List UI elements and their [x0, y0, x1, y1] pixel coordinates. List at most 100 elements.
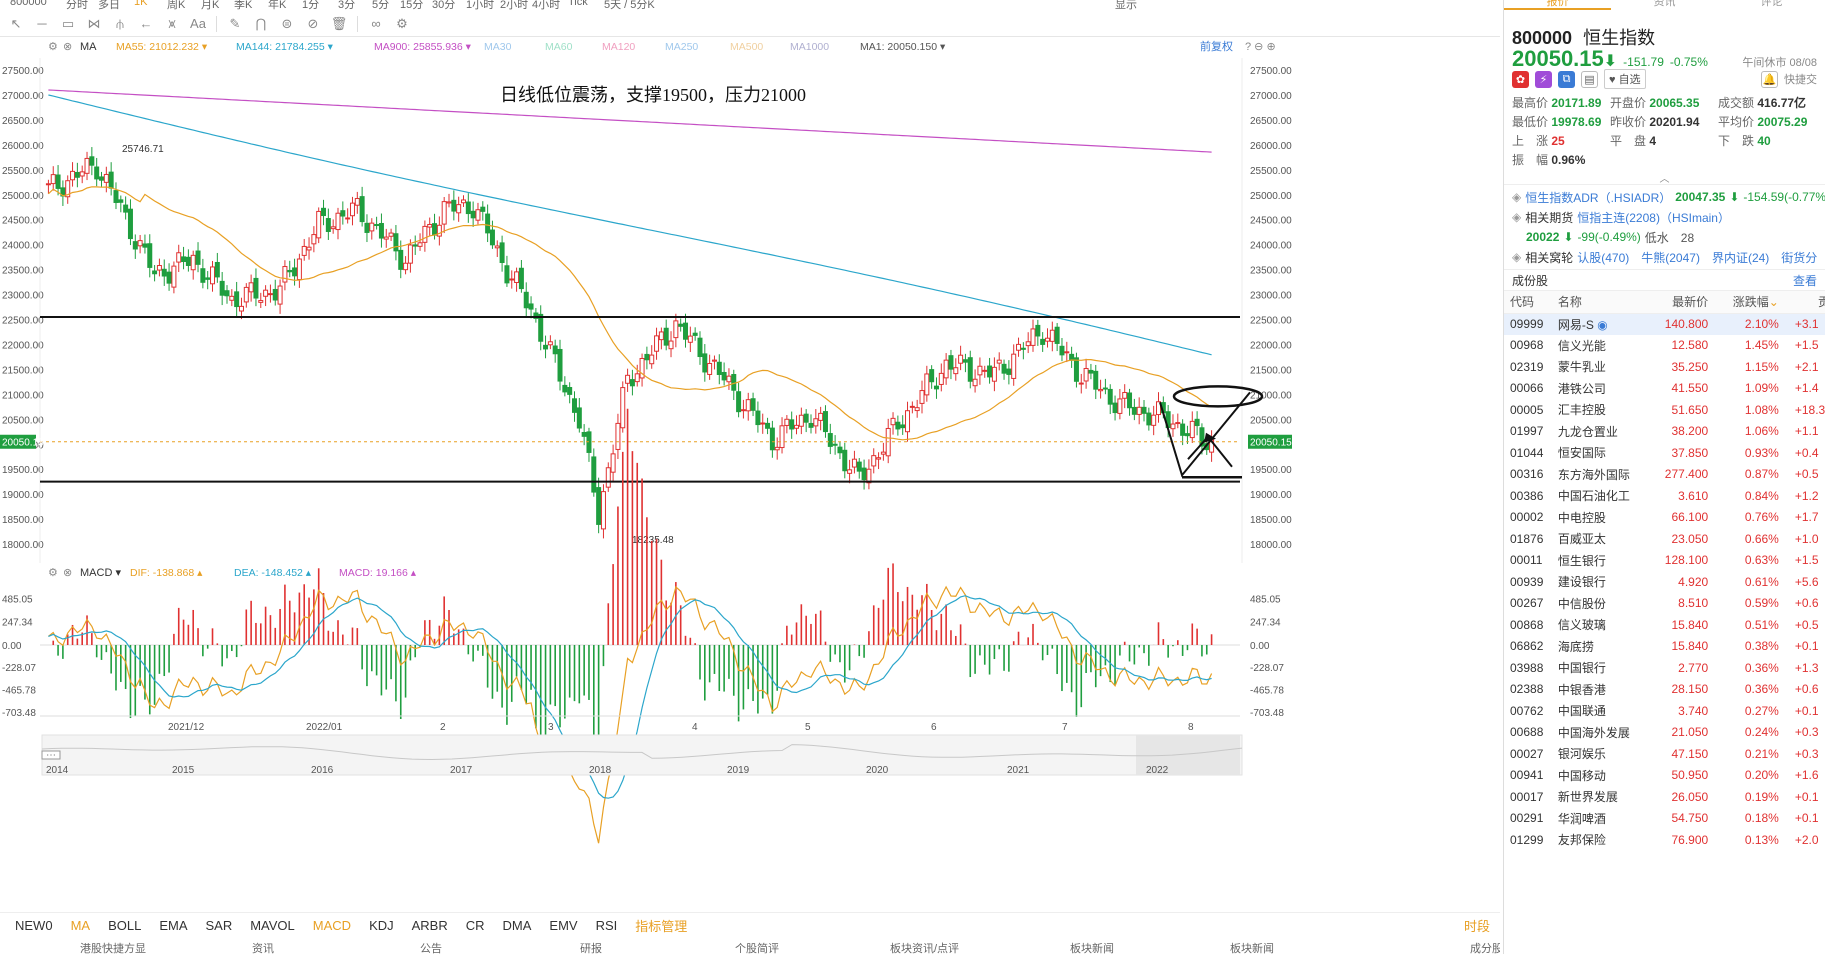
cursor-icon[interactable]: ↖ — [4, 14, 28, 34]
link-icon[interactable]: ∞ — [364, 14, 388, 34]
period-option[interactable]: 4小时 — [532, 0, 560, 10]
period-option[interactable]: 2小时 — [500, 0, 528, 10]
col-price[interactable]: 最新价 — [1646, 291, 1715, 314]
table-row[interactable]: 00762 中国联通 3.740 0.27% +0.1 — [1504, 700, 1825, 722]
table-row[interactable]: 01044 恒安国际 37.850 0.93% +0.4 — [1504, 442, 1825, 464]
indicator-tab[interactable]: CR — [457, 918, 494, 933]
table-row[interactable]: 00011 恒生银行 128.100 0.63% +1.5 — [1504, 550, 1825, 572]
tab-quote[interactable]: 报价 — [1504, 0, 1611, 10]
favorite-button[interactable]: ♥ 自选 — [1604, 69, 1646, 89]
info-tab[interactable]: 板块资讯/点评 — [890, 940, 959, 954]
hide-icon[interactable]: ⊘ — [301, 14, 325, 34]
view-more-link[interactable]: 查看 — [1793, 272, 1817, 289]
indicator-tab[interactable]: NEW0 — [6, 918, 62, 933]
bell-icon[interactable]: 🔔 — [1761, 70, 1778, 88]
table-row[interactable]: 00316 东方海外国际 277.400 0.87% +0.5 — [1504, 464, 1825, 486]
alert-icon[interactable]: ⚡ — [1535, 70, 1552, 88]
hk-flag-icon[interactable]: ✿ — [1512, 70, 1529, 88]
info-tab[interactable]: 公告 — [420, 940, 442, 954]
related-adr[interactable]: ◈ 恒生指数ADR（.HSIADR） 20047.35 ⬇ -154.59(-0.… — [1512, 187, 1825, 207]
table-row[interactable]: 00386 中国石油化工 3.610 0.84% +1.2 — [1504, 485, 1825, 507]
pattern-tool-icon[interactable]: ⩙ — [160, 14, 184, 34]
period-option[interactable]: 分时 — [66, 0, 88, 10]
period-option[interactable]: 1小时 — [466, 0, 494, 10]
info-tab[interactable]: 港股快捷方显 — [80, 940, 146, 954]
table-row[interactable]: 06862 海底捞 15.840 0.38% +0.1 — [1504, 636, 1825, 658]
info-tab[interactable]: 资讯 — [252, 940, 274, 954]
period-option[interactable]: Tick — [568, 0, 588, 8]
period-option[interactable]: 季K — [234, 0, 252, 10]
magnet-icon[interactable]: ⋂ — [249, 14, 273, 34]
indicator-tab[interactable]: RSI — [587, 918, 627, 933]
fib-tool-icon[interactable]: ⋈ — [82, 14, 106, 34]
period-option[interactable]: 1分 — [302, 0, 319, 10]
table-row[interactable]: 02388 中银香港 28.150 0.36% +0.6 — [1504, 679, 1825, 701]
period-option[interactable]: 15分 — [400, 0, 423, 10]
session-button[interactable]: 时段 — [1464, 916, 1490, 935]
indicator-tab[interactable]: BOLL — [99, 918, 150, 933]
table-row[interactable]: 01299 友邦保险 76.900 0.13% +2.0 — [1504, 829, 1825, 851]
col-change[interactable]: 涨跌幅⌄ — [1714, 291, 1785, 314]
indicator-tab[interactable]: EMA — [150, 918, 196, 933]
period-option[interactable]: 年K — [268, 0, 286, 10]
table-row[interactable]: 00017 新世界发展 26.050 0.19% +0.1 — [1504, 786, 1825, 808]
line-tool-icon[interactable]: ─ — [30, 14, 54, 34]
table-row[interactable]: 00027 银河娱乐 47.150 0.21% +0.3 — [1504, 743, 1825, 765]
share-icon[interactable]: ⧉ — [1558, 70, 1575, 88]
table-row[interactable]: 00066 港铁公司 41.550 1.09% +1.4 — [1504, 378, 1825, 400]
collapse-icon[interactable]: ︿ — [1504, 170, 1825, 185]
indicator-tab[interactable]: KDJ — [360, 918, 403, 933]
indicator-tab[interactable]: SAR — [196, 918, 241, 933]
brush-icon[interactable]: ✎ — [223, 14, 247, 34]
quick-trade-link[interactable]: 快捷交 — [1784, 71, 1817, 87]
period-option[interactable]: 5天 / 5分K — [604, 0, 655, 10]
table-row[interactable]: 00291 华润啤酒 54.750 0.18% +0.1 — [1504, 808, 1825, 830]
text-tool-icon[interactable]: Aa — [186, 14, 210, 34]
col-contrib[interactable]: 贡 — [1784, 291, 1825, 314]
indicator-tab[interactable]: EMV — [540, 918, 586, 933]
info-tab[interactable]: 成分股 — [1470, 940, 1500, 954]
info-tab[interactable]: 个股简评 — [735, 940, 779, 954]
period-option[interactable]: 周K — [167, 0, 185, 10]
table-row[interactable]: 00941 中国移动 50.950 0.20% +1.6 — [1504, 765, 1825, 787]
table-row[interactable]: 00968 信义光能 12.580 1.45% +1.5 — [1504, 335, 1825, 357]
table-row[interactable]: 00939 建设银行 4.920 0.61% +5.6 — [1504, 571, 1825, 593]
table-row[interactable]: 09999 网易-S ◉ 140.800 2.10% +3.1 — [1504, 313, 1825, 335]
period-option[interactable]: 多日 — [98, 0, 120, 10]
indicator-tab[interactable]: MA — [62, 918, 100, 933]
info-tab[interactable]: 板块新闻 — [1070, 940, 1114, 954]
table-row[interactable]: 00267 中信股份 8.510 0.59% +0.6 — [1504, 593, 1825, 615]
table-row[interactable]: 03988 中国银行 2.770 0.36% +1.3 — [1504, 657, 1825, 679]
info-tab[interactable]: 板块新闻 — [1230, 940, 1274, 954]
tab-news[interactable]: 资讯 — [1611, 0, 1718, 10]
lock-icon[interactable]: ⊜ — [275, 14, 299, 34]
table-row[interactable]: 00005 汇丰控股 51.650 1.08% +18.3 — [1504, 399, 1825, 421]
rect-tool-icon[interactable]: ▭ — [56, 14, 80, 34]
period-option[interactable]: 1K — [134, 0, 147, 8]
period-option[interactable]: 5分 — [372, 0, 389, 10]
trash-icon[interactable]: 🗑 — [327, 14, 351, 34]
indicator-tab[interactable]: 指标管理 — [626, 916, 696, 935]
pitchfork-icon[interactable]: ⫛ — [108, 14, 132, 34]
table-row[interactable]: 01876 百威亚太 23.050 0.66% +1.0 — [1504, 528, 1825, 550]
col-name[interactable]: 名称 — [1551, 291, 1647, 314]
info-tab[interactable]: 研报 — [580, 940, 602, 954]
indicator-tab[interactable]: ARBR — [403, 918, 457, 933]
indicator-tab[interactable]: MAVOL — [241, 918, 304, 933]
period-option[interactable]: 显示 — [1115, 0, 1137, 10]
related-futures[interactable]: ◈ 相关期货 恒指主连(2208)（HSImain） — [1512, 207, 1817, 227]
table-row[interactable]: 02319 蒙牛乳业 35.250 1.15% +2.1 — [1504, 356, 1825, 378]
table-row[interactable]: 01997 九龙仓置业 38.200 1.06% +1.1 — [1504, 421, 1825, 443]
eye-icon[interactable]: ◉ — [1594, 318, 1607, 332]
period-option[interactable]: 月K — [201, 0, 219, 10]
table-row[interactable]: 00002 中电控股 66.100 0.76% +1.7 — [1504, 507, 1825, 529]
settings-icon[interactable]: ⚙ — [390, 14, 414, 34]
arrow-tool-icon[interactable]: ← — [134, 14, 158, 34]
related-warrants[interactable]: ◈ 相关窝轮 认股(470) 牛熊(2047) 界内证(24) 街货分 — [1512, 247, 1817, 267]
note-icon[interactable]: ▤ — [1581, 70, 1598, 88]
col-code[interactable]: 代码 — [1504, 291, 1552, 314]
table-row[interactable]: 00688 中国海外发展 21.050 0.24% +0.3 — [1504, 722, 1825, 744]
period-option[interactable]: 3分 — [338, 0, 355, 10]
indicator-tab[interactable]: MACD — [304, 918, 360, 933]
period-option[interactable]: 30分 — [432, 0, 455, 10]
